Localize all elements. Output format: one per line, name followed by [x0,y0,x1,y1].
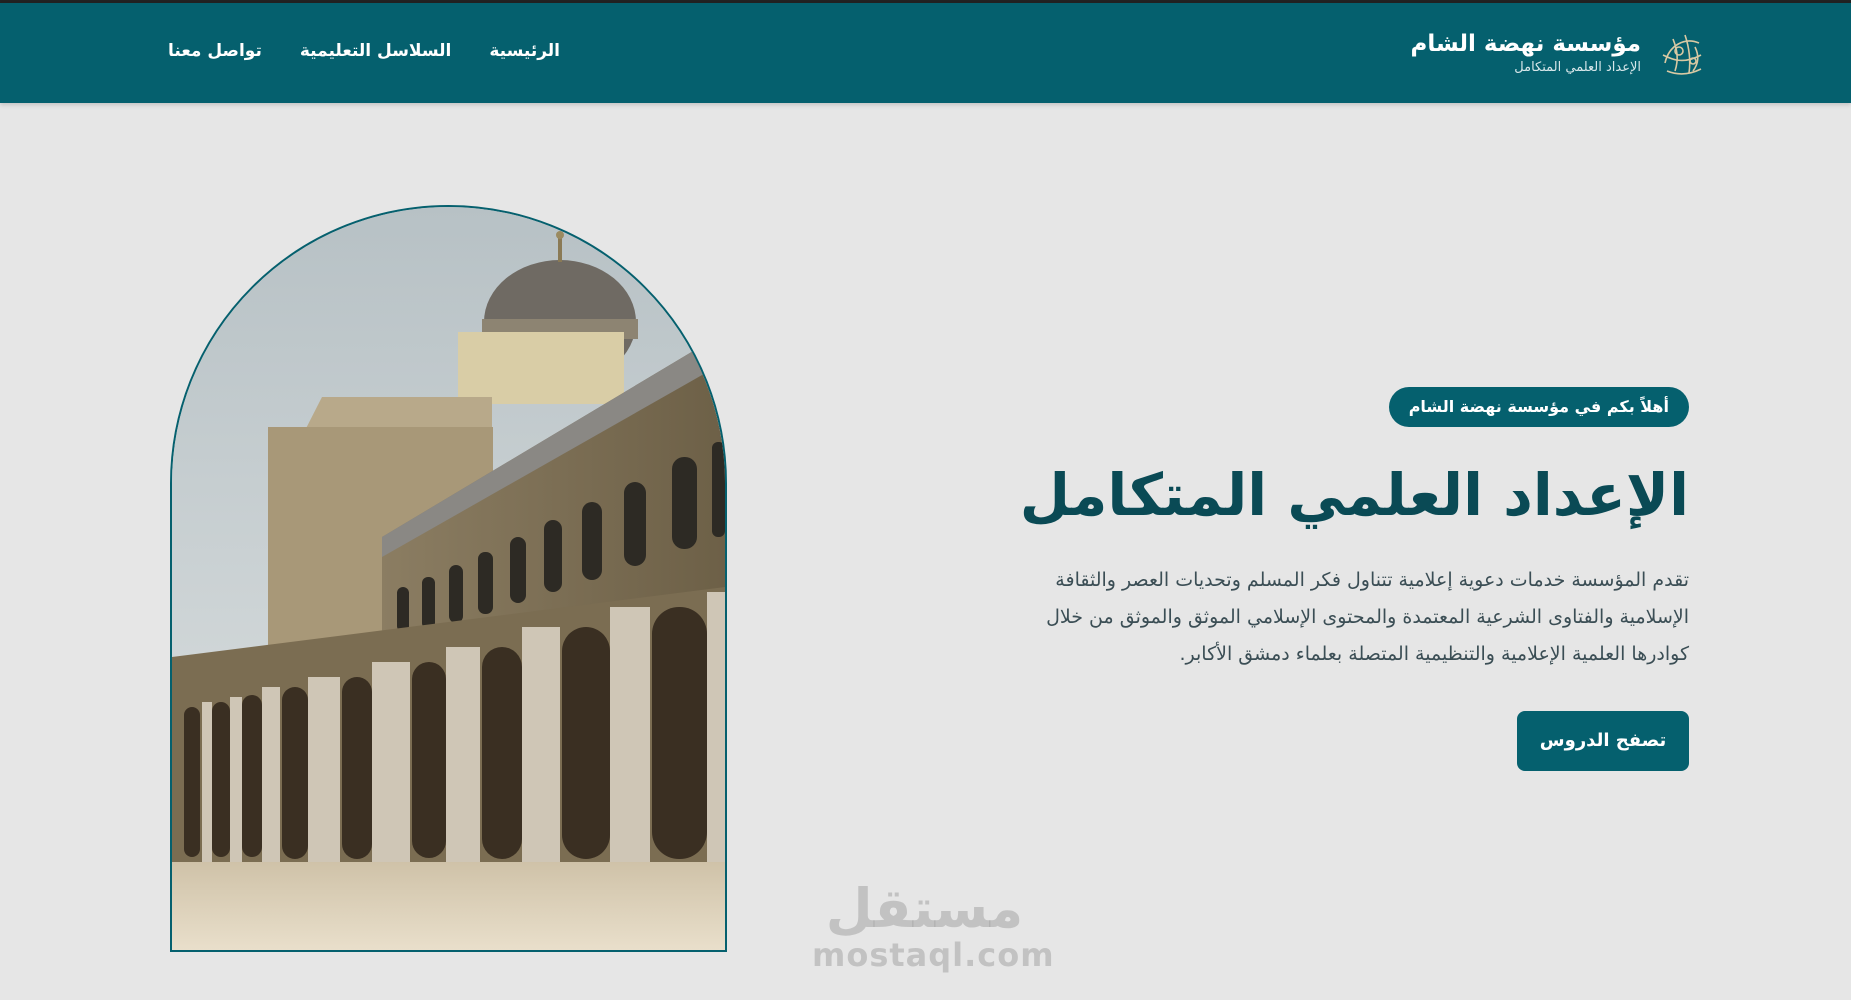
watermark: مستقل mostaql.com [812,877,1055,974]
hero-description: تقدم المؤسسة خدمات دعوية إعلامية تتناول … [1046,569,1689,665]
nav-series[interactable]: السلاسل التعليمية [300,41,452,61]
welcome-badge: أهلاً بكم في مؤسسة نهضة الشام [1388,387,1689,427]
umayyad-mosque-photo [172,207,725,950]
browse-lessons-button[interactable]: تصفح الدروس [1517,711,1689,771]
calligraphy-logo-icon [1662,34,1702,75]
brand-subtitle: الإعداد العلمي المتكامل [1514,60,1641,75]
navbar: مؤسسة نهضة الشام الإعداد العلمي المتكامل… [0,3,1851,103]
hero-title: الإعداد العلمي المتكامل [1019,461,1689,529]
watermark-arabic: مستقل [825,877,1024,940]
watermark-latin: mostaql.com [812,936,1055,974]
brand-name: مؤسسة نهضة الشام [1410,31,1642,57]
nav-home[interactable]: الرئيسية [489,41,560,61]
nav-contact[interactable]: تواصل معنا [168,41,262,61]
brand[interactable]: مؤسسة نهضة الشام الإعداد العلمي المتكامل [1411,25,1712,81]
hero-image [170,205,727,952]
main-nav: الرئيسية السلاسل التعليمية تواصل معنا [168,41,560,61]
